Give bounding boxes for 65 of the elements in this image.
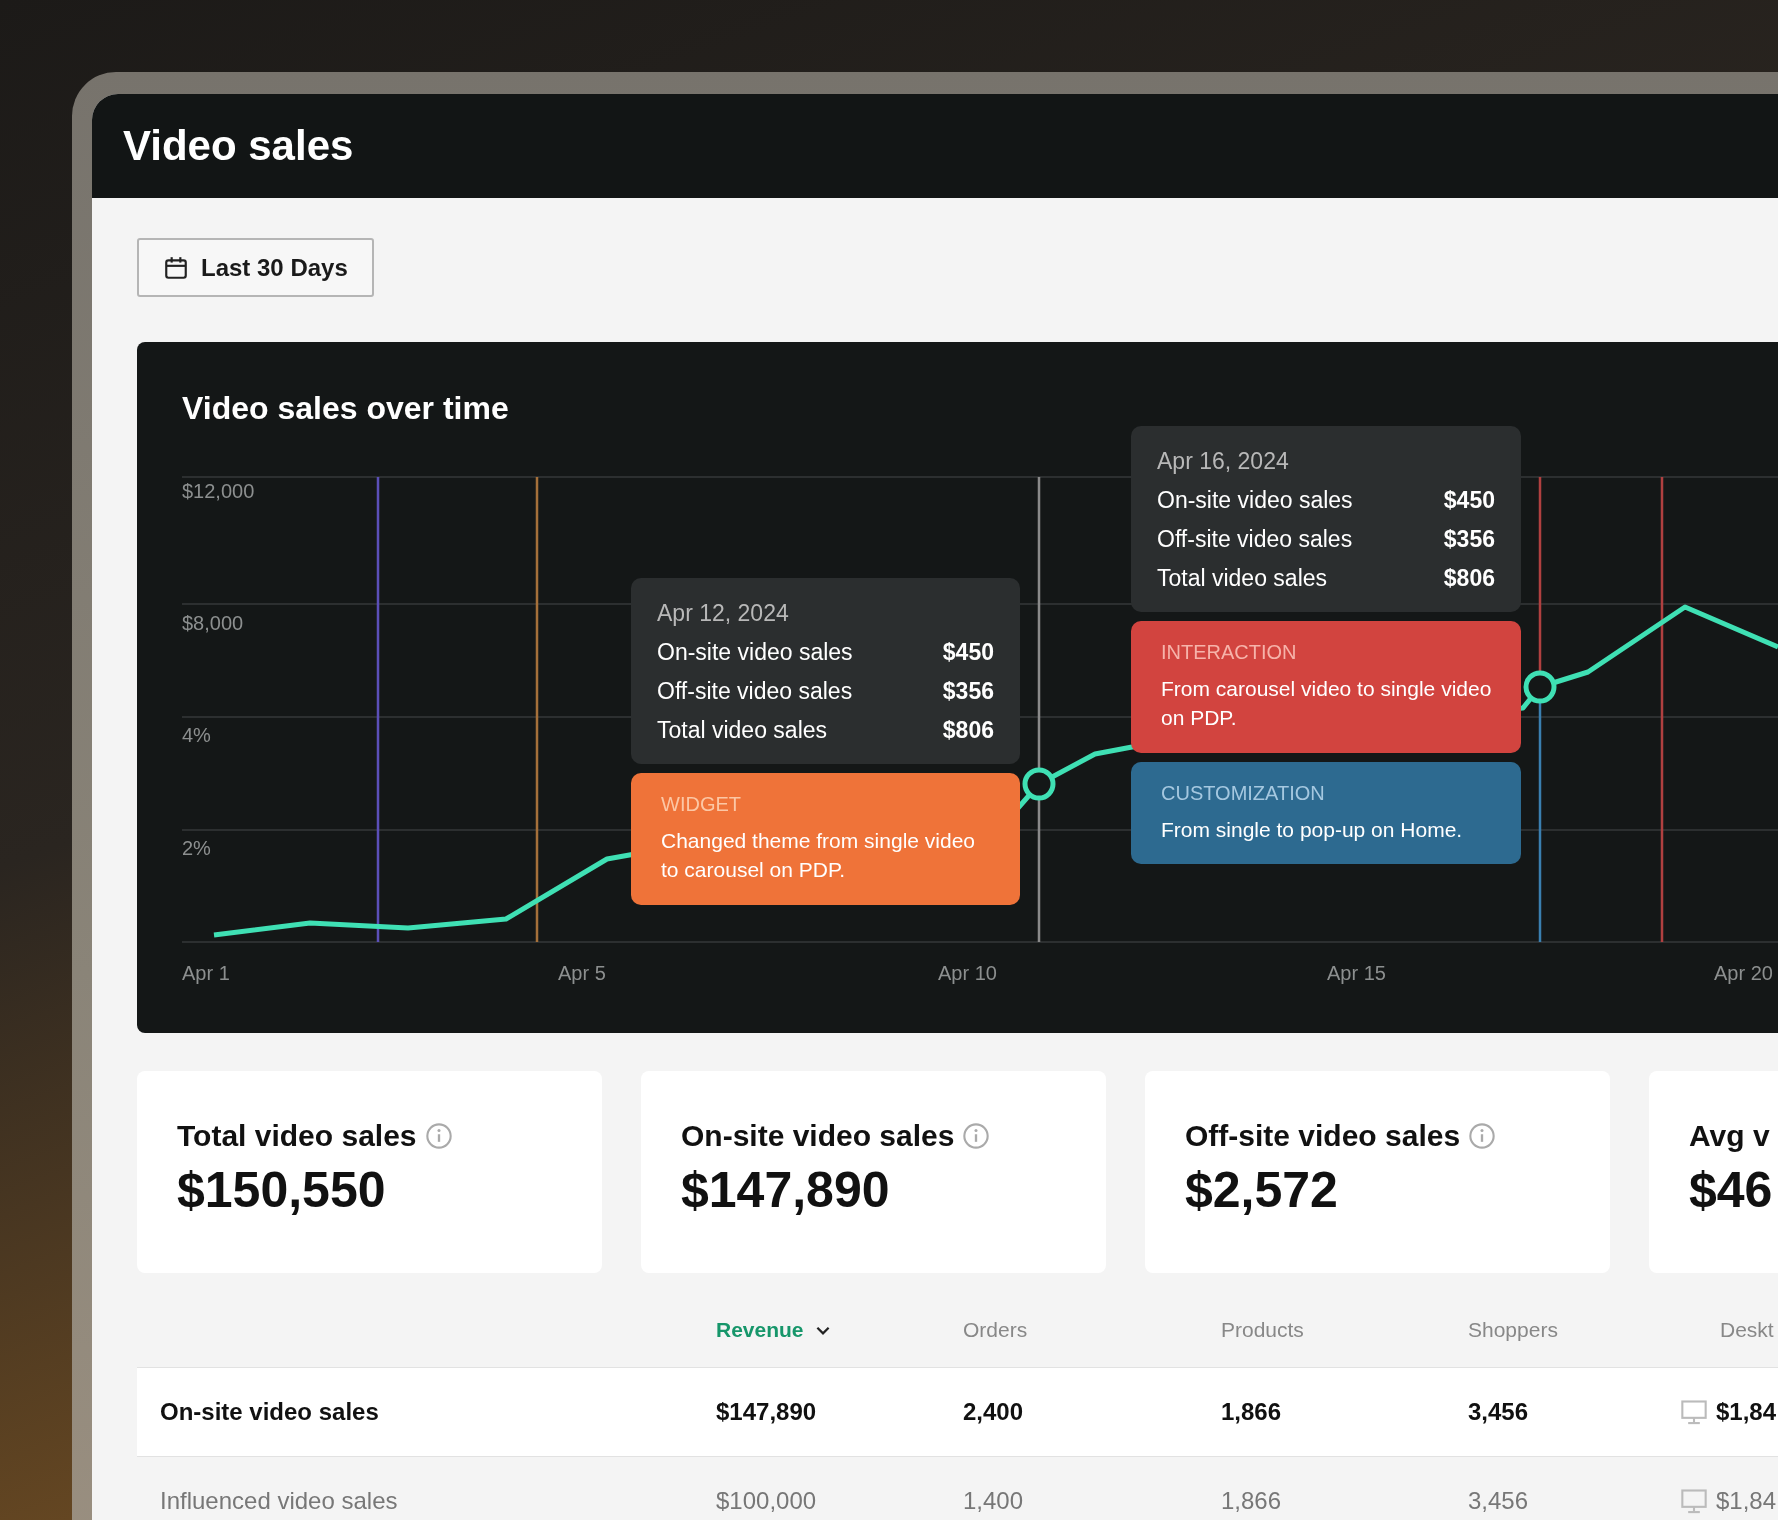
y-axis-label: $8,000: [182, 612, 244, 635]
table-cell-text: 3,456: [1468, 1398, 1530, 1426]
tooltip-label: On-site video sales: [1157, 487, 1353, 514]
stat-title: Avg v: [1689, 1119, 1770, 1153]
page-title: Video sales: [123, 122, 354, 170]
row-label: Influenced video sales: [160, 1487, 399, 1515]
table-cell-text: $147,890: [716, 1398, 818, 1426]
y-axis-label: $12,000: [182, 480, 255, 503]
x-axis-label: Apr 20: [1714, 962, 1773, 985]
y-axis-label: 2%: [182, 837, 211, 860]
data-point-marker[interactable]: [1523, 670, 1557, 704]
tooltip-label: Off-site video sales: [1157, 526, 1353, 553]
date-range-button[interactable]: Last 30 Days: [137, 238, 374, 297]
stat-value: $150,550: [177, 1161, 387, 1219]
annotation-type: INTERACTION: [1161, 641, 1298, 664]
annotation-text: Changed theme from single video to carousel on PDP.: [661, 828, 976, 884]
table-cell: $1,84: [1716, 1398, 1777, 1426]
column-header[interactable]: Products: [1221, 1318, 1304, 1342]
tooltip-label: Total video sales: [1157, 565, 1328, 592]
tooltip-value: $450: [1443, 487, 1495, 514]
stat-title: On-site video sales: [681, 1119, 955, 1153]
monitor-icon: [1680, 1398, 1708, 1426]
stat-value: $46: [1689, 1161, 1774, 1219]
x-axis-label: Apr 1: [182, 962, 230, 985]
tooltip-label: Off-site video sales: [657, 678, 853, 705]
table-cell-text: 2,400: [963, 1398, 1025, 1426]
stat-value: $2,572: [1185, 1161, 1339, 1219]
x-axis-label: Apr 15: [1327, 962, 1386, 985]
annotation-type: CUSTOMIZATION: [1161, 781, 1326, 805]
stat-title: Total video sales: [177, 1119, 417, 1153]
column-header[interactable]: Orders: [963, 1318, 1028, 1342]
column-header[interactable]: Revenue: [716, 1318, 832, 1342]
data-point-marker[interactable]: [1022, 767, 1056, 801]
tooltip-value: $450: [942, 639, 994, 666]
tooltip-date: Apr 12, 2024: [657, 600, 790, 627]
info-icon[interactable]: [424, 1122, 453, 1150]
annotation-type: WIDGET: [661, 793, 742, 816]
row-label: On-site video sales: [160, 1398, 380, 1426]
column-header[interactable]: Shoppers: [1468, 1318, 1558, 1342]
table-cell-text: 1,866: [1221, 1487, 1283, 1515]
calendar-icon: [163, 254, 189, 281]
tooltip-value: $356: [942, 678, 994, 705]
tooltip-value: $806: [1443, 565, 1495, 592]
stat-value: $147,890: [681, 1161, 891, 1219]
tooltip-value: $806: [942, 717, 994, 744]
tooltip-label: Total video sales: [657, 717, 828, 744]
table-cell-text: $100,000: [716, 1487, 818, 1515]
tooltip-date: Apr 16, 2024: [1157, 448, 1290, 475]
stat-title: Off-site video sales: [1185, 1119, 1461, 1153]
monitor-icon: [1680, 1487, 1708, 1515]
tooltip-label: On-site video sales: [657, 639, 853, 666]
x-axis-label: Apr 10: [938, 962, 997, 985]
column-header[interactable]: Deskt: [1720, 1318, 1774, 1342]
table-cell-text: 1,866: [1221, 1398, 1283, 1426]
chart-title: Video sales over time: [182, 390, 509, 427]
annotation-text: From carousel video to single video on PDP.: [1161, 676, 1493, 732]
table-cell-text: 3,456: [1468, 1487, 1530, 1515]
y-axis-label: 4%: [182, 724, 211, 747]
table-cell-text: 1,400: [963, 1487, 1025, 1515]
table-cell: $1,84: [1716, 1487, 1777, 1515]
x-axis-label: Apr 5: [558, 962, 606, 985]
tooltip-value: $356: [1443, 526, 1495, 553]
annotation-text: From single to pop-up on Home.: [1161, 816, 1464, 843]
info-icon[interactable]: [1468, 1122, 1497, 1150]
info-icon[interactable]: [962, 1122, 991, 1150]
